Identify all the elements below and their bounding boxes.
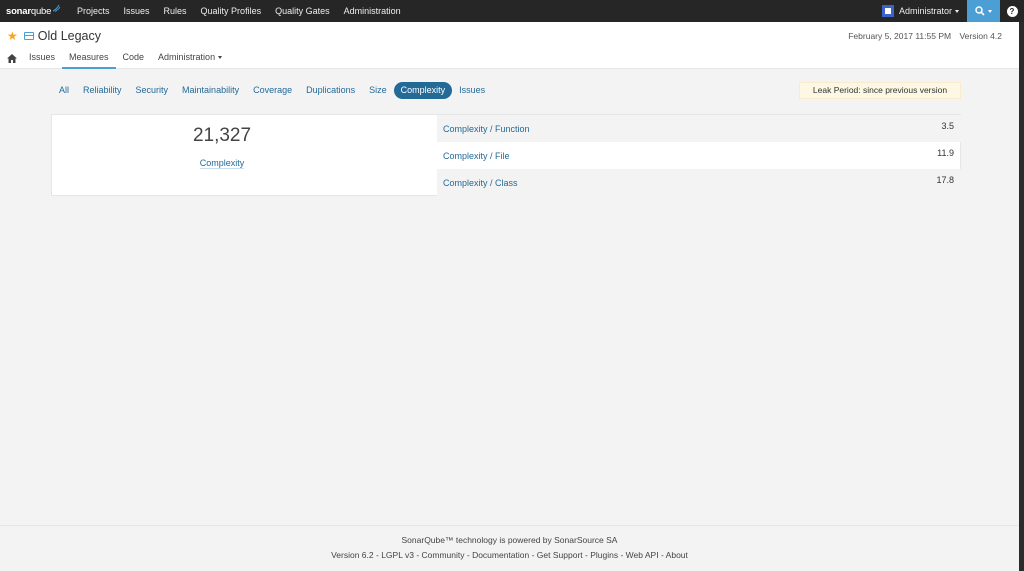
tab-duplications[interactable]: Duplications <box>299 82 362 99</box>
window-edge <box>1019 22 1024 571</box>
tab-maintainability[interactable]: Maintainability <box>175 82 246 99</box>
nav-quality-profiles[interactable]: Quality Profiles <box>194 0 269 22</box>
sonar-waves-icon <box>52 4 61 12</box>
project-icon <box>23 32 34 40</box>
footer-link-webapi[interactable]: Web API <box>626 550 659 560</box>
project-nav-issues[interactable]: Issues <box>22 47 62 69</box>
tab-all[interactable]: All <box>52 82 76 99</box>
search-button[interactable] <box>967 0 1000 22</box>
analysis-date: February 5, 2017 11:55 PM <box>848 31 952 41</box>
sonarsource-link[interactable]: SonarSource SA <box>554 535 617 545</box>
measure-link[interactable]: Complexity / Function <box>443 124 530 134</box>
nav-rules[interactable]: Rules <box>157 0 194 22</box>
project-nav-administration[interactable]: Administration <box>151 47 229 69</box>
avatar <box>881 5 894 17</box>
project-version: Version 4.2 <box>959 31 1002 41</box>
project-nav-code[interactable]: Code <box>116 47 152 69</box>
help-icon: ? <box>1006 5 1018 17</box>
complexity-link[interactable]: Complexity <box>52 158 392 169</box>
help-button[interactable]: ? <box>1000 0 1024 22</box>
measures-panel: 21,327 Complexity Complexity / Function … <box>51 114 961 196</box>
page-footer: SonarQube™ technology is powered by Sona… <box>0 525 1019 571</box>
footer-line-2: Version 6.2 - LGPL v3 - Community - Docu… <box>331 550 688 560</box>
global-navbar: sonar qube Projects Issues Rules Quality … <box>0 0 1024 22</box>
sub-measures-list: Complexity / Function 3.5 Complexity / F… <box>437 115 961 196</box>
measure-link[interactable]: Complexity / File <box>443 151 510 161</box>
nav-administration[interactable]: Administration <box>337 0 408 22</box>
tab-reliability[interactable]: Reliability <box>76 82 129 99</box>
project-meta: February 5, 2017 11:55 PM Version 4.2 <box>842 31 1002 41</box>
footer-link-about[interactable]: About <box>666 550 688 560</box>
project-title[interactable]: Old Legacy <box>38 29 101 43</box>
measure-value: 3.5 <box>941 120 954 131</box>
leak-period-badge: Leak Period: since previous version <box>799 82 961 99</box>
list-item: Complexity / Class 17.8 <box>437 169 961 196</box>
star-icon[interactable]: ★ <box>7 29 18 43</box>
main-measure: 21,327 Complexity <box>52 115 436 195</box>
footer-link-license[interactable]: LGPL v3 <box>381 550 414 560</box>
home-icon[interactable] <box>0 47 22 69</box>
measure-value: 11.9 <box>937 147 954 158</box>
list-item: Complexity / File 11.9 <box>437 142 961 169</box>
project-header: ★ Old Legacy February 5, 2017 11:55 PM V… <box>0 22 1019 69</box>
tab-size[interactable]: Size <box>362 82 394 99</box>
measure-value: 17.8 <box>936 174 954 185</box>
list-item: Complexity / Function 3.5 <box>437 115 961 142</box>
footer-version: Version 6.2 <box>331 550 374 560</box>
complexity-value: 21,327 <box>192 125 252 146</box>
nav-quality-gates[interactable]: Quality Gates <box>268 0 337 22</box>
domain-tabs: All Reliability Security Maintainability… <box>52 81 492 99</box>
tab-complexity[interactable]: Complexity <box>393 81 453 99</box>
nav-projects[interactable]: Projects <box>70 0 117 22</box>
footer-link-documentation[interactable]: Documentation <box>472 550 529 560</box>
user-name: Administrator <box>898 6 952 16</box>
project-nav: Issues Measures Code Administration <box>0 47 229 69</box>
tab-coverage[interactable]: Coverage <box>246 82 299 99</box>
tab-issues[interactable]: Issues <box>452 82 492 99</box>
measure-link[interactable]: Complexity / Class <box>443 178 518 188</box>
search-icon <box>975 6 985 16</box>
chevron-down-icon <box>218 55 223 59</box>
project-title-row: ★ Old Legacy <box>7 29 101 43</box>
sonarqube-logo[interactable]: sonar qube <box>0 0 70 22</box>
tab-security[interactable]: Security <box>129 82 176 99</box>
project-nav-measures[interactable]: Measures <box>62 47 116 69</box>
user-menu[interactable]: Administrator <box>874 0 967 22</box>
chevron-down-icon <box>988 9 992 13</box>
footer-line-1: SonarQube™ technology is powered by Sona… <box>401 535 618 545</box>
project-nav-administration-label: Administration <box>158 52 216 62</box>
chevron-down-icon <box>955 9 959 13</box>
nav-issues[interactable]: Issues <box>117 0 157 22</box>
footer-link-community[interactable]: Community <box>422 550 465 560</box>
footer-link-plugins[interactable]: Plugins <box>590 550 618 560</box>
footer-link-support[interactable]: Get Support <box>537 550 583 560</box>
